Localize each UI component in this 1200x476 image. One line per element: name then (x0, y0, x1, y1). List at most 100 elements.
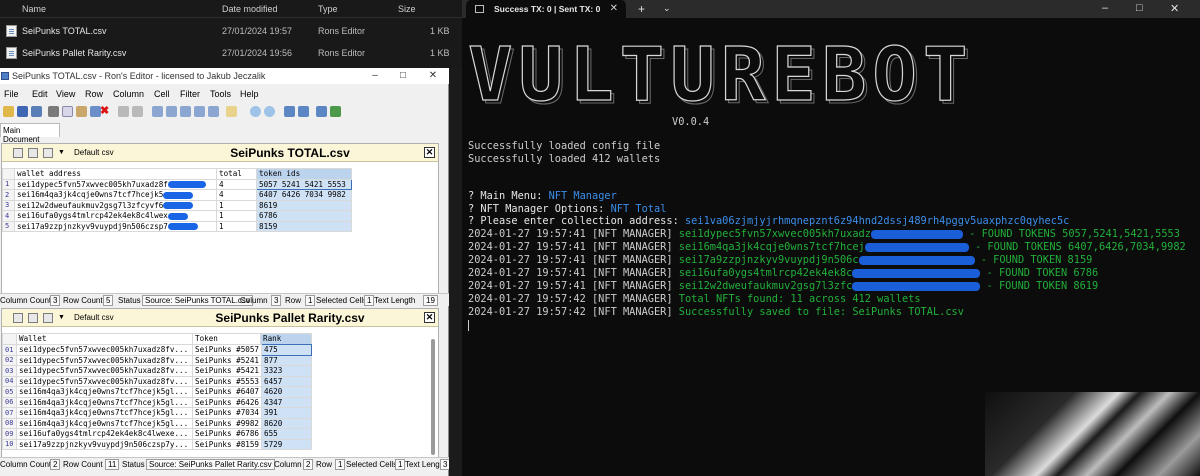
menu-tools[interactable]: Tools (210, 89, 231, 99)
script-icon[interactable] (284, 106, 295, 117)
menu-filter[interactable]: Filter (180, 89, 200, 99)
open-icon[interactable] (3, 106, 14, 117)
menu-column[interactable]: Column (113, 89, 144, 99)
table-row[interactable]: 08 sei16m4qa3jk4cqje0wns7tcf7hcejk5gl... S… (2, 417, 312, 429)
cell[interactable]: 1 (216, 199, 257, 211)
cell[interactable]: 6786 (256, 210, 352, 222)
cell[interactable]: sei1dypec5fvn57xwvec005kh7uxadz8fv... (16, 354, 193, 366)
cell[interactable]: sei1dypec5fvn57xwvec005kh7uxadz8fv... (16, 365, 193, 377)
cell[interactable]: SeiPunks #6407 (191, 386, 263, 398)
menu-cell[interactable]: Cell (154, 89, 170, 99)
table-row[interactable]: 1 sei1dypec5fvn57xwvec005kh7uxadz8f 4 50… (2, 178, 352, 190)
cell[interactable]: 6407 6426 7034 9982 (256, 189, 352, 201)
close-icon[interactable]: ✕ (423, 70, 443, 82)
cell[interactable]: sei16m4qa3jk4cqje0wns7tcf7hcejk5gl... (16, 386, 193, 398)
menu-view[interactable]: View (56, 89, 75, 99)
col-name[interactable]: Name (22, 4, 46, 14)
chevron-down-icon[interactable]: ⌄ (663, 3, 671, 14)
row-number[interactable]: 08 (2, 417, 17, 429)
copy-icon[interactable] (62, 106, 73, 117)
cell[interactable]: 877 (261, 354, 312, 366)
cell[interactable]: sei16ufa0ygs4tmlrcp42ek4ek8c4lwexe... (16, 428, 193, 440)
table-row[interactable]: 05 sei16m4qa3jk4cqje0wns7tcf7hcejk5gl... S… (2, 386, 312, 398)
merge-icon[interactable] (194, 106, 205, 117)
redo-icon[interactable] (132, 106, 143, 117)
cell[interactable]: sei16m4qa3jk4cqje0wns7tcf7hcejk5gl... (16, 417, 193, 429)
close-panel-icon[interactable]: ✕ (424, 147, 435, 158)
editor-titlebar[interactable]: SeiPunks TOTAL.csv - Ron's Editor - lice… (0, 68, 449, 84)
close-icon[interactable]: ✕ (1170, 2, 1179, 15)
cell[interactable]: 655 (261, 428, 312, 440)
cell[interactable]: SeiPunks #5057 (191, 344, 263, 356)
export-icon[interactable] (298, 106, 309, 117)
row-number[interactable]: 10 (2, 438, 17, 450)
cell[interactable]: sei16m4qa3jk4cqje0wns7tcf7hcejk5 (14, 189, 217, 201)
cell[interactable]: sei16m4qa3jk4cqje0wns7tcf7hcejk5gl... (16, 407, 193, 419)
table-row[interactable]: 07 sei16m4qa3jk4cqje0wns7tcf7hcejk5gl... S… (2, 407, 312, 419)
maximize-icon[interactable]: □ (1136, 2, 1143, 14)
save-icon[interactable] (17, 106, 28, 117)
cell[interactable]: sei17a9zzpjnzkyv9vuypdj9n506czsp7 (14, 220, 217, 232)
row-number[interactable]: 3 (2, 199, 15, 211)
col-date[interactable]: Date modified (222, 4, 278, 14)
sort-icon[interactable] (226, 106, 237, 117)
columns-icon[interactable] (166, 106, 177, 117)
save-all-icon[interactable] (31, 106, 42, 117)
row-number[interactable]: 07 (2, 407, 17, 419)
row-number[interactable]: 04 (2, 375, 17, 387)
cell[interactable]: SeiPunks #5553 (191, 375, 263, 387)
table-row[interactable]: 01 sei1dypec5fvn57xwvec005kh7uxadz8fv... S… (2, 344, 312, 356)
options-icon[interactable] (316, 106, 327, 117)
cell[interactable]: 6457 (261, 375, 312, 387)
row-number[interactable]: 03 (2, 365, 17, 377)
table-row[interactable]: 3 sei12w2dweufaukmuv2gsg7l3zfcyvf6 1 861… (2, 199, 352, 211)
cell[interactable]: 4620 (261, 386, 312, 398)
cell[interactable]: 1 (216, 220, 257, 232)
cell[interactable]: 4 (216, 178, 257, 190)
zoom-in-icon[interactable] (250, 106, 261, 117)
row-number[interactable]: 5 (2, 220, 15, 232)
table-row[interactable]: 06 sei16m4qa3jk4cqje0wns7tcf7hcejk5gl... S… (2, 396, 312, 408)
file-row[interactable]: SeiPunks TOTAL.csv 27/01/2024 19:57 Rons… (0, 20, 462, 42)
col-header[interactable]: token ids (256, 168, 352, 180)
paste-icon[interactable] (76, 106, 87, 117)
table-row[interactable]: 5 sei17a9zzpjnzkyv9vuypdj9n506czsp7 1 81… (2, 220, 352, 232)
cell[interactable]: 1 (216, 210, 257, 222)
cell[interactable]: sei1dypec5fvn57xwvec005kh7uxadz8fv... (16, 375, 193, 387)
cell[interactable]: 475 (261, 344, 312, 356)
row-number[interactable]: 1 (2, 178, 15, 190)
row-number[interactable]: 09 (2, 428, 17, 440)
cell[interactable]: 8619 (256, 199, 352, 211)
zoom-out-icon[interactable] (264, 106, 275, 117)
table-row[interactable]: 2 sei16m4qa3jk4cqje0wns7tcf7hcejk5 4 640… (2, 189, 352, 201)
cell[interactable]: SeiPunks #9982 (191, 417, 263, 429)
minimize-icon[interactable]: – (365, 70, 385, 82)
scrollbar[interactable] (431, 339, 435, 455)
cell[interactable]: 3323 (261, 365, 312, 377)
minimize-icon[interactable]: – (1102, 2, 1108, 14)
col-header[interactable]: Wallet (16, 333, 193, 345)
maximize-icon[interactable]: □ (393, 70, 413, 82)
row-number[interactable]: 01 (2, 344, 17, 356)
cell[interactable]: SeiPunks #6426 (191, 396, 263, 408)
table-row[interactable]: 4 sei16ufa0ygs4tmlrcp42ek4ek8c4lwex 1 67… (2, 210, 352, 222)
tab-main-document[interactable]: Main Document (0, 123, 60, 144)
cell[interactable]: SeiPunks #5241 (191, 354, 263, 366)
table-row[interactable]: 02 sei1dypec5fvn57xwvec005kh7uxadz8fv... S… (2, 354, 312, 366)
undo-icon[interactable] (118, 106, 129, 117)
delete-icon[interactable]: ✖ (100, 104, 109, 117)
file-row[interactable]: SeiPunks Pallet Rarity.csv 27/01/2024 19… (0, 42, 462, 64)
table-icon[interactable] (152, 106, 163, 117)
table-row[interactable]: 09 sei16ufa0ygs4tmlrcp42ek4ek8c4lwexe... S… (2, 428, 312, 440)
cell[interactable]: 5729 (261, 438, 312, 450)
col-header[interactable]: wallet address (14, 168, 217, 180)
cell[interactable]: SeiPunks #5421 (191, 365, 263, 377)
table-row[interactable]: 04 sei1dypec5fvn57xwvec005kh7uxadz8fv... S… (2, 375, 312, 387)
close-tab-icon[interactable]: ✕ (610, 3, 618, 14)
cell[interactable]: sei16m4qa3jk4cqje0wns7tcf7hcejk5gl... (16, 396, 193, 408)
table-row[interactable]: 03 sei1dypec5fvn57xwvec005kh7uxadz8fv... S… (2, 365, 312, 377)
cell[interactable]: SeiPunks #7034 (191, 407, 263, 419)
cell[interactable]: sei12w2dweufaukmuv2gsg7l3zfcyvf6 (14, 199, 217, 211)
col-size[interactable]: Size (398, 4, 416, 14)
cell[interactable]: sei17a9zzpjnzkyv9vuypdj9n506czsp7y... (16, 438, 193, 450)
